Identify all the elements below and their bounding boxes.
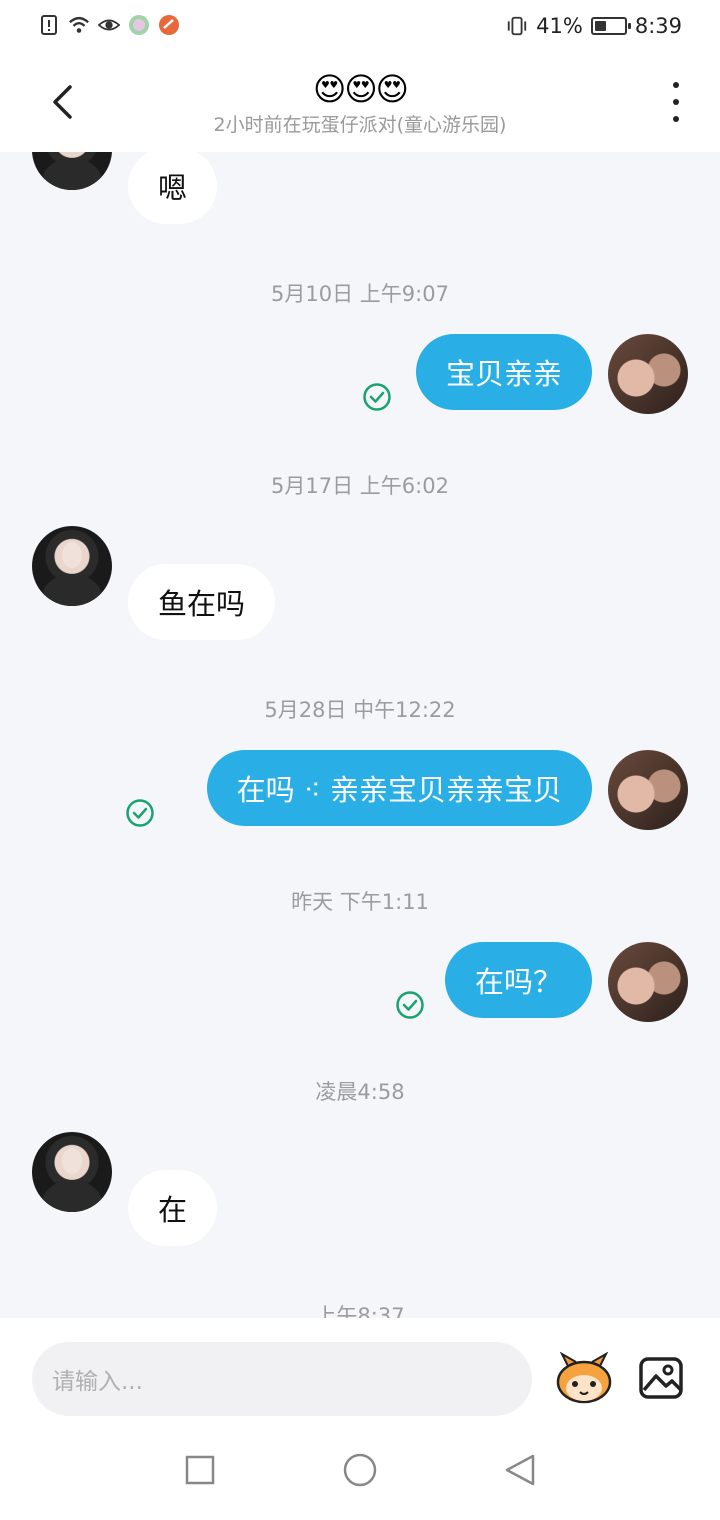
more-options-button[interactable] bbox=[664, 82, 688, 122]
my-avatar[interactable] bbox=[608, 750, 688, 830]
message-list[interactable]: 嗯 5月10日 上午9:07 宝贝亲亲 5月17日 上午6:02 鱼在吗 5月2… bbox=[0, 152, 720, 1318]
clock: 8:39 bbox=[634, 14, 682, 38]
message-input[interactable]: 请输入... bbox=[32, 1342, 532, 1416]
more-dot-icon bbox=[673, 116, 679, 122]
app-icon bbox=[158, 14, 180, 36]
message-bubble-outgoing[interactable]: 在吗 ⁖ 亲亲宝贝亲亲宝贝 bbox=[206, 750, 592, 826]
read-receipt-icon bbox=[396, 991, 424, 1019]
message-bubble-incoming[interactable]: 鱼在吗 bbox=[128, 564, 276, 640]
status-icons-right: 41% 8:39 bbox=[506, 14, 682, 38]
message-timestamp: 5月17日 上午6:02 bbox=[271, 474, 449, 498]
contact-avatar[interactable] bbox=[32, 152, 112, 190]
app-icon bbox=[128, 14, 150, 36]
message-timestamp: 昨天 下午1:11 bbox=[291, 890, 429, 914]
message-bubble-outgoing[interactable]: 宝贝亲亲 bbox=[415, 334, 592, 410]
emoji-sticker-button[interactable] bbox=[554, 1351, 614, 1404]
eye-icon bbox=[98, 14, 120, 36]
system-nav-bar bbox=[0, 1432, 720, 1520]
read-receipt-icon bbox=[126, 799, 154, 827]
message-bubble-incoming[interactable]: 在 bbox=[128, 1170, 218, 1246]
message-timestamp: 凌晨4:58 bbox=[315, 1080, 405, 1104]
more-dot-icon bbox=[673, 99, 679, 105]
more-dot-icon bbox=[673, 82, 679, 88]
message-timestamp: 5月28日 中午12:22 bbox=[264, 698, 456, 722]
my-avatar[interactable] bbox=[608, 334, 688, 414]
message-timestamp: 5月10日 上午9:07 bbox=[271, 282, 449, 306]
battery-percent: 41% bbox=[536, 14, 583, 38]
circle-icon bbox=[343, 1453, 377, 1487]
message-timestamp: 上午8:37 bbox=[315, 1304, 405, 1318]
status-icons-left bbox=[38, 14, 180, 36]
contact-status: 2小时前在玩蛋仔派对(童心游乐园) bbox=[213, 114, 507, 136]
my-avatar[interactable] bbox=[608, 942, 688, 1022]
battery-level bbox=[594, 21, 606, 31]
message-bubble-incoming[interactable]: 嗯 bbox=[128, 152, 218, 224]
status-bar: 41% 8:39 bbox=[0, 0, 720, 56]
battery-icon bbox=[590, 17, 631, 35]
image-button[interactable] bbox=[638, 1354, 686, 1402]
mascot-face-icon bbox=[556, 1351, 612, 1404]
alert-icon bbox=[38, 14, 60, 36]
square-icon bbox=[185, 1455, 215, 1485]
contact-avatar[interactable] bbox=[32, 526, 112, 606]
recent-apps-button[interactable] bbox=[180, 1450, 220, 1490]
image-icon bbox=[639, 1357, 683, 1399]
vibrate-icon bbox=[506, 15, 528, 37]
home-button[interactable] bbox=[340, 1450, 380, 1490]
triangle-back-icon bbox=[505, 1454, 535, 1486]
back-nav-button[interactable] bbox=[500, 1450, 540, 1490]
read-receipt-icon bbox=[363, 383, 391, 411]
contact-avatar[interactable] bbox=[32, 1132, 112, 1212]
chat-header: 😍😍😍 2小时前在玩蛋仔派对(童心游乐园) bbox=[0, 56, 720, 152]
contact-name: 😍😍😍 bbox=[312, 70, 409, 108]
input-bar: 请输入... bbox=[0, 1318, 720, 1432]
message-bubble-outgoing[interactable]: 在吗？ bbox=[444, 942, 592, 1018]
wifi-icon bbox=[68, 14, 90, 36]
